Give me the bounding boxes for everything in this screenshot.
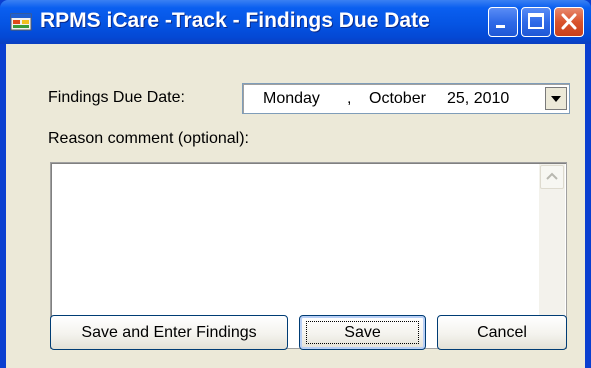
save-button[interactable]: Save bbox=[299, 315, 426, 350]
chevron-up-icon bbox=[546, 172, 558, 180]
scroll-up-button[interactable] bbox=[540, 165, 564, 189]
title-bar[interactable]: RPMS iCare -Track - Findings Due Date bbox=[0, 0, 591, 44]
minimize-button[interactable] bbox=[488, 7, 518, 37]
minimize-icon bbox=[496, 25, 505, 28]
close-button[interactable] bbox=[554, 7, 584, 37]
date-day-year[interactable]: 25, 2010 bbox=[447, 90, 509, 108]
close-icon bbox=[561, 13, 577, 30]
maximize-icon bbox=[528, 13, 544, 29]
maximize-button[interactable] bbox=[521, 7, 551, 37]
date-dropdown-button[interactable] bbox=[545, 87, 567, 110]
date-separator: , bbox=[347, 90, 352, 107]
focus-rectangle bbox=[306, 321, 419, 344]
chevron-down-icon bbox=[551, 96, 561, 102]
due-date-picker[interactable]: Monday , October 25, 2010 bbox=[242, 83, 570, 114]
window-title: RPMS iCare -Track - Findings Due Date bbox=[40, 9, 430, 32]
cancel-button[interactable]: Cancel bbox=[437, 315, 567, 350]
due-date-label: Findings Due Date: bbox=[48, 89, 185, 106]
app-icon bbox=[10, 13, 32, 31]
date-month[interactable]: October bbox=[369, 90, 426, 108]
date-weekday[interactable]: Monday bbox=[263, 90, 320, 108]
dialog-body: Findings Due Date: Monday , October 25, … bbox=[6, 44, 585, 368]
reason-label: Reason comment (optional): bbox=[48, 130, 249, 147]
dialog-window: RPMS iCare -Track - Findings Due Date Fi… bbox=[0, 0, 591, 368]
save-and-enter-findings-button[interactable]: Save and Enter Findings bbox=[50, 315, 288, 350]
